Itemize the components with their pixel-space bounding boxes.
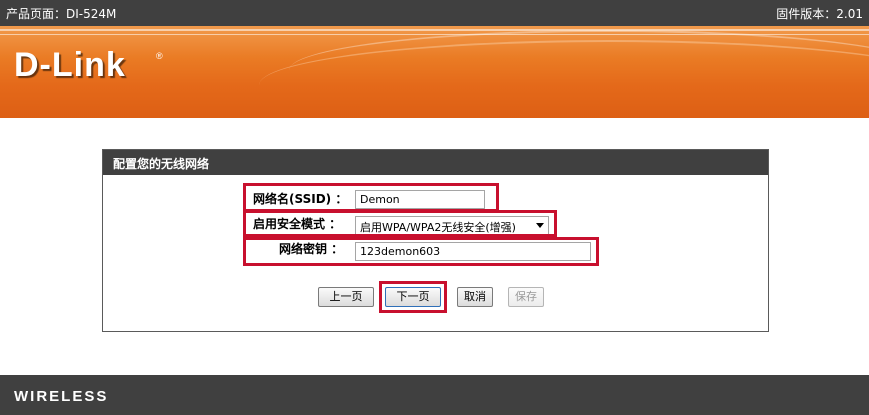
network-key-highlight-box (243, 237, 599, 266)
top-info-bar: 产品页面：DI-524M 固件版本：2.01 (0, 0, 869, 26)
dlink-logo: D-Link (14, 46, 126, 84)
save-button[interactable]: 保存 (508, 287, 544, 307)
panel-title: 配置您的无线网络 (103, 150, 768, 175)
product-page-label: 产品页面：DI-524M (6, 7, 117, 21)
security-highlight-box (243, 210, 557, 237)
footer-bar: WIRELESS (0, 375, 869, 415)
cancel-button[interactable]: 取消 (457, 287, 493, 307)
brand-header: D-Link ® (0, 26, 869, 118)
ssid-highlight-box (243, 183, 499, 212)
header-stripe (0, 29, 869, 31)
registered-mark: ® (156, 51, 163, 61)
next-button-highlight-box (379, 281, 447, 313)
prev-page-button[interactable]: 上一页 (318, 287, 374, 307)
firmware-version-label: 固件版本：2.01 (776, 7, 863, 21)
wireless-setup-panel: 配置您的无线网络 网络名(SSID) ： Demon 启用安全模式 ： 启用WP… (102, 149, 769, 332)
wireless-wordmark: WIRELESS (14, 388, 109, 405)
